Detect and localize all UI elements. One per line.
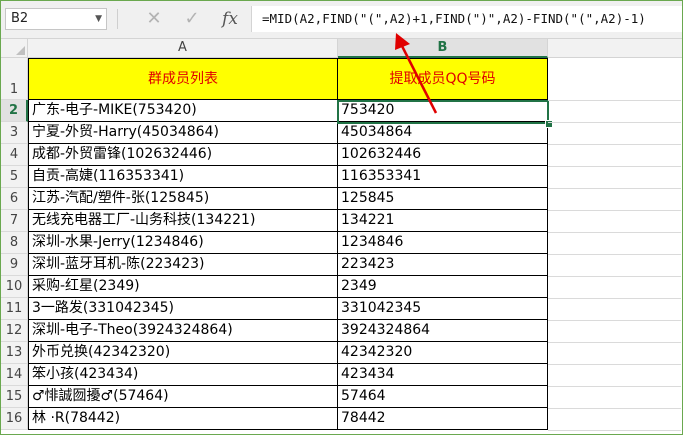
gridline [548,166,681,167]
gridline [548,320,681,321]
cell-qq[interactable]: 134221 [338,210,548,232]
table-row: 林 ·R(78442) 78442 [28,408,548,430]
row-header[interactable]: 6 [1,188,28,210]
table-row: 深圳-蓝牙耳机-陈(223423) 223423 [28,254,548,276]
row-header[interactable]: 13 [1,342,28,364]
divider [117,9,118,29]
function-icon[interactable]: fx [217,7,243,31]
row-header[interactable]: 1 [1,58,28,100]
cell-member[interactable]: 采购-红星(2349) [28,276,338,298]
gridline [548,386,681,387]
row-header[interactable]: 7 [1,210,28,232]
cancel-icon[interactable]: ✕ [141,7,167,31]
cell-qq[interactable]: 57464 [338,386,548,408]
table-row: 宁夏-外贸-Harry(45034864) 45034864 [28,122,548,144]
gridline [548,364,681,365]
cell-member[interactable]: ♂悱誠囫擾♂(57464) [28,386,338,408]
chevron-down-icon[interactable]: ▼ [95,9,102,29]
table-row: ♂悱誠囫擾♂(57464) 57464 [28,386,548,408]
cell-qq[interactable]: 125845 [338,188,548,210]
cell-member[interactable]: 深圳-水果-Jerry(1234846) [28,232,338,254]
cell-qq[interactable]: 1234846 [338,232,548,254]
header-cell-b[interactable]: 提取成员QQ号码 [338,58,548,100]
row-header[interactable]: 3 [1,122,28,144]
table-row: 外币兑换(42342320) 42342320 [28,342,548,364]
row-header[interactable]: 5 [1,166,28,188]
header-cell-a[interactable]: 群成员列表 [28,58,338,100]
cell-member[interactable]: 自贡-高婕(116353341) [28,166,338,188]
cell-member[interactable]: 深圳-电子-Theo(3924324864) [28,320,338,342]
cell-qq[interactable]: 42342320 [338,342,548,364]
gridline [548,100,681,101]
cell-qq[interactable]: 753420 [338,100,548,122]
name-box-value: B2 [11,11,29,26]
cell-qq[interactable]: 223423 [338,254,548,276]
table-row: 3一路发(331042345) 331042345 [28,298,548,320]
cell-member[interactable]: 广东-电子-MIKE(753420) [28,100,338,122]
row-header[interactable]: 9 [1,254,28,276]
column-header-c[interactable] [548,39,682,58]
table-row: 广东-电子-MIKE(753420) 753420 [28,100,548,122]
table-row: 江苏-汽配/塑件-张(125845) 125845 [28,188,548,210]
row-headers: 1 2 3 4 5 6 7 8 9 10 11 12 13 14 15 16 [1,58,28,430]
row-header[interactable]: 10 [1,276,28,298]
table-row: 采购-红星(2349) 2349 [28,276,548,298]
cell-qq[interactable]: 45034864 [338,122,548,144]
table-row: 深圳-水果-Jerry(1234846) 1234846 [28,232,548,254]
cell-member[interactable]: 宁夏-外贸-Harry(45034864) [28,122,338,144]
formula-input[interactable]: =MID(A2,FIND("(",A2)+1,FIND(")",A2)-FIND… [251,6,682,32]
data-table: 群成员列表 提取成员QQ号码 广东-电子-MIKE(753420) 753420 宁… [28,58,548,430]
cell-qq[interactable]: 116353341 [338,166,548,188]
table-row: 无线充电器工厂-山务科技(134221) 134221 [28,210,548,232]
cell-qq[interactable]: 78442 [338,408,548,430]
gridline [548,408,681,409]
gridline [548,276,681,277]
cell-qq[interactable]: 331042345 [338,298,548,320]
formula-bar: B2 ▼ ✕ ✓ fx =MID(A2,FIND("(",A2)+1,FIND(… [1,1,682,39]
gridline [548,188,681,189]
gridline [548,144,681,145]
row-header[interactable]: 15 [1,386,28,408]
row-header[interactable]: 16 [1,408,28,430]
cell-qq[interactable]: 102632446 [338,144,548,166]
gridline [548,430,681,431]
row-header[interactable]: 11 [1,298,28,320]
gridline [548,210,681,211]
cell-member[interactable]: 江苏-汽配/塑件-张(125845) [28,188,338,210]
gridline [548,254,681,255]
table-row: 笨小孩(423434) 423434 [28,364,548,386]
table-row: 自贡-高婕(116353341) 116353341 [28,166,548,188]
cell-member[interactable]: 笨小孩(423434) [28,364,338,386]
gridline [548,232,681,233]
gridline [548,342,681,343]
cell-member[interactable]: 外币兑换(42342320) [28,342,338,364]
row-header[interactable]: 14 [1,364,28,386]
column-header-b[interactable]: B [338,39,548,58]
row-header[interactable]: 2 [1,100,28,122]
column-header-a[interactable]: A [28,39,338,58]
name-box[interactable]: B2 ▼ [5,8,107,30]
cell-qq[interactable]: 2349 [338,276,548,298]
gridline [548,122,681,123]
enter-check-icon[interactable]: ✓ [179,7,205,31]
gridline [548,298,681,299]
row-header[interactable]: 8 [1,232,28,254]
cell-member[interactable]: 无线充电器工厂-山务科技(134221) [28,210,338,232]
header-row: 群成员列表 提取成员QQ号码 [28,58,548,100]
row-header[interactable]: 4 [1,144,28,166]
cell-qq[interactable]: 3924324864 [338,320,548,342]
cell-member[interactable]: 3一路发(331042345) [28,298,338,320]
cell-member[interactable]: 深圳-蓝牙耳机-陈(223423) [28,254,338,276]
table-row: 成都-外贸雷锋(102632446) 102632446 [28,144,548,166]
row-header[interactable]: 12 [1,320,28,342]
cell-member[interactable]: 林 ·R(78442) [28,408,338,430]
cell-qq[interactable]: 423434 [338,364,548,386]
cell-member[interactable]: 成都-外贸雷锋(102632446) [28,144,338,166]
select-all-button[interactable] [1,39,28,58]
table-row: 深圳-电子-Theo(3924324864) 3924324864 [28,320,548,342]
